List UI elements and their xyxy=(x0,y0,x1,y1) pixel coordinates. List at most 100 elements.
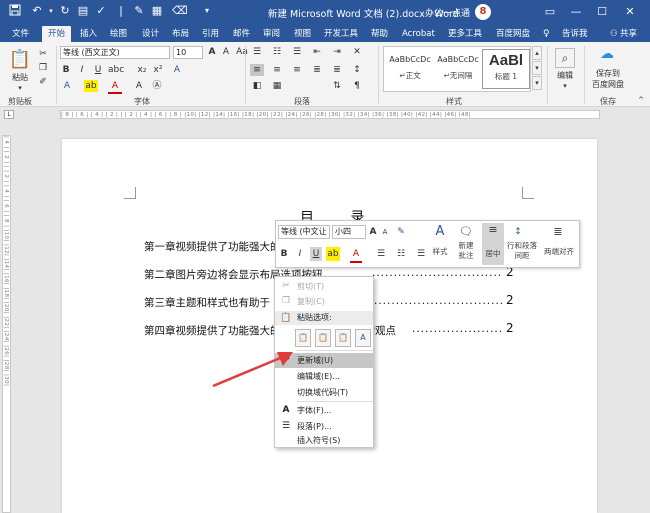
tab-review[interactable]: 审阅 xyxy=(263,26,280,42)
styles-scroll-down-icon[interactable]: ▾ xyxy=(532,61,542,75)
change-case-icon[interactable]: Aa xyxy=(236,46,248,58)
mini-line-spacing-label2[interactable]: 间距 xyxy=(504,251,540,260)
numbering-icon[interactable]: ☷ xyxy=(270,46,284,58)
sort-icon[interactable]: ⇅ xyxy=(330,80,344,92)
save-icon[interactable] xyxy=(8,4,22,18)
borders-icon[interactable]: ▦ xyxy=(270,80,284,92)
mini-new-comment-label1[interactable]: 新建 xyxy=(454,241,478,250)
mini-line-spacing-label1[interactable]: 行和段落 xyxy=(504,241,540,250)
mini-font-name-select[interactable]: 等线 (中文让 xyxy=(278,225,330,239)
mini-bold-button[interactable]: B xyxy=(278,247,290,261)
multilevel-list-icon[interactable]: ☰ xyxy=(290,46,304,58)
minimize-icon[interactable]: — xyxy=(566,2,586,22)
layout-icon[interactable]: ▦ xyxy=(150,4,164,18)
toc-entry[interactable]: 第一章视频提供了功能强大的 xyxy=(144,239,281,255)
enclose-char-icon[interactable]: Ⓐ xyxy=(150,80,164,92)
tab-references[interactable]: 引用 xyxy=(202,26,219,42)
mini-shrink-font-icon[interactable]: A xyxy=(380,225,390,239)
tab-design[interactable]: 设计 xyxy=(142,26,159,42)
align-center-button[interactable]: ≡ xyxy=(270,64,284,76)
menu-item-copy[interactable]: ❐ 复制(C) xyxy=(275,294,373,309)
strikethrough-button[interactable]: abc xyxy=(108,64,124,76)
tab-acrobat[interactable]: Acrobat xyxy=(402,26,435,42)
bold-button[interactable]: B xyxy=(60,64,72,76)
tab-home[interactable]: 开始 xyxy=(42,26,72,42)
collapse-ribbon-icon[interactable]: ^ xyxy=(636,94,646,106)
mini-grow-font-icon[interactable]: A xyxy=(368,225,378,239)
font-name-select[interactable]: 等线 (西文正文) xyxy=(60,46,170,59)
tab-tell-me[interactable]: 告诉我 xyxy=(562,26,588,42)
font-size-select[interactable]: 10 xyxy=(173,46,203,59)
font-color-icon[interactable]: A xyxy=(108,80,122,94)
style-heading-1[interactable]: AaBl 标题 1 xyxy=(482,49,530,89)
bullets-icon[interactable]: ☰ xyxy=(250,46,264,58)
share-icon[interactable]: ⚇ xyxy=(610,26,618,42)
cut-icon[interactable]: ✂ xyxy=(36,48,50,60)
tab-draw[interactable]: 绘图 xyxy=(110,26,127,42)
tab-more-tools[interactable]: 更多工具 xyxy=(448,26,482,42)
toc-page-number[interactable]: 2 xyxy=(506,293,514,307)
style-no-spacing[interactable]: AaBbCcDc ↵无间隔 xyxy=(434,49,482,89)
paste-dropdown-icon[interactable]: ▾ xyxy=(11,82,29,94)
paste-picture-icon[interactable]: 📋 xyxy=(335,329,351,347)
mini-styles-icon[interactable]: A xyxy=(432,225,448,239)
undo-icon[interactable]: ↶ xyxy=(30,4,44,18)
menu-item-cut[interactable]: ✂ 剪切(T) xyxy=(275,279,373,294)
line-spacing-icon[interactable]: ↕ xyxy=(350,64,364,76)
align-right-button[interactable]: ≡ xyxy=(290,64,304,76)
paste-icon[interactable]: 📋 xyxy=(8,48,32,72)
tab-view[interactable]: 视图 xyxy=(294,26,311,42)
user-name[interactable]: 办公一点通 xyxy=(425,6,470,19)
mini-new-comment-label2[interactable]: 批注 xyxy=(454,251,478,260)
text-effects-icon[interactable]: A xyxy=(60,80,74,92)
redo-icon[interactable]: ↻ xyxy=(58,4,72,18)
tab-mailings[interactable]: 邮件 xyxy=(233,26,250,42)
maximize-icon[interactable]: ☐ xyxy=(592,2,612,22)
print-preview-icon[interactable]: ▤ xyxy=(76,4,90,18)
format-painter-icon[interactable]: ✐ xyxy=(36,76,50,88)
lightbulb-icon[interactable]: ♀ xyxy=(543,26,550,42)
customize-qa-icon[interactable]: ▾ xyxy=(200,4,214,18)
superscript-button[interactable]: x² xyxy=(152,64,164,76)
ruler-ticks[interactable]: | 8 | | 6 | | 4 | | 2 | | | 2 | | 4 | | … xyxy=(60,110,600,119)
clear-format-icon[interactable]: A xyxy=(170,64,184,76)
justify-button[interactable]: ≣ xyxy=(310,64,324,76)
toc-page-number[interactable]: 2 xyxy=(506,321,514,335)
styles-scroll-up-icon[interactable]: ▴ xyxy=(532,46,542,60)
mini-underline-button[interactable]: U xyxy=(310,247,322,261)
tab-help[interactable]: 帮助 xyxy=(371,26,388,42)
decrease-indent-icon[interactable]: ⇤ xyxy=(310,46,324,58)
tab-file[interactable]: 文件 xyxy=(12,26,29,42)
close-icon[interactable]: ✕ xyxy=(620,2,640,22)
styles-more-icon[interactable]: ▾ xyxy=(532,76,542,90)
editing-dropdown-icon[interactable]: ▾ xyxy=(558,80,572,92)
chinese-layout-icon[interactable]: ✕ xyxy=(350,46,364,58)
baidu-netdisk-icon[interactable]: ☁ xyxy=(596,47,618,61)
increase-indent-icon[interactable]: ⇥ xyxy=(330,46,344,58)
justify-icon[interactable]: ≣ xyxy=(550,225,566,239)
italic-button[interactable]: I xyxy=(76,64,88,76)
grow-font-icon[interactable]: A xyxy=(206,46,218,58)
search-icon[interactable]: ⌕ xyxy=(555,48,575,68)
menu-item-paragraph[interactable]: ☰ 段落(P)... xyxy=(275,419,373,434)
align-left-button[interactable]: ≡ xyxy=(250,64,264,76)
menu-item-insert-symbol[interactable]: 插入符号(S) xyxy=(275,433,373,448)
mini-font-color-icon[interactable]: A xyxy=(350,247,362,263)
menu-item-font[interactable]: A 字体(F)... xyxy=(275,403,373,418)
highlight-icon[interactable]: ab xyxy=(84,80,98,92)
tab-developer[interactable]: 开发工具 xyxy=(324,26,358,42)
show-marks-icon[interactable]: ¶ xyxy=(350,80,364,92)
copy-icon[interactable]: ❐ xyxy=(36,62,50,74)
spell-check-icon[interactable]: ✓ xyxy=(94,4,108,18)
paste-text-only-icon[interactable]: A xyxy=(355,329,371,347)
mini-clear-format-icon[interactable]: ✎ xyxy=(394,225,408,239)
paste-merge-format-icon[interactable]: 📋 xyxy=(315,329,331,347)
vertical-ruler-ticks[interactable]: | 4 | | 2 | | | 2 | | 4 | | 6 | | 8 | |1… xyxy=(2,135,11,513)
mini-bullets-icon[interactable]: ☰ xyxy=(374,247,388,261)
mini-font-size-select[interactable]: 小四 xyxy=(332,225,366,239)
ribbon-display-icon[interactable]: ▭ xyxy=(540,2,560,22)
shading-icon[interactable]: ◧ xyxy=(250,80,264,92)
line-spacing-icon[interactable]: ↕ xyxy=(510,225,526,239)
format-painter-icon[interactable]: ⌫ xyxy=(172,4,188,18)
avatar[interactable]: 8 xyxy=(475,4,491,20)
